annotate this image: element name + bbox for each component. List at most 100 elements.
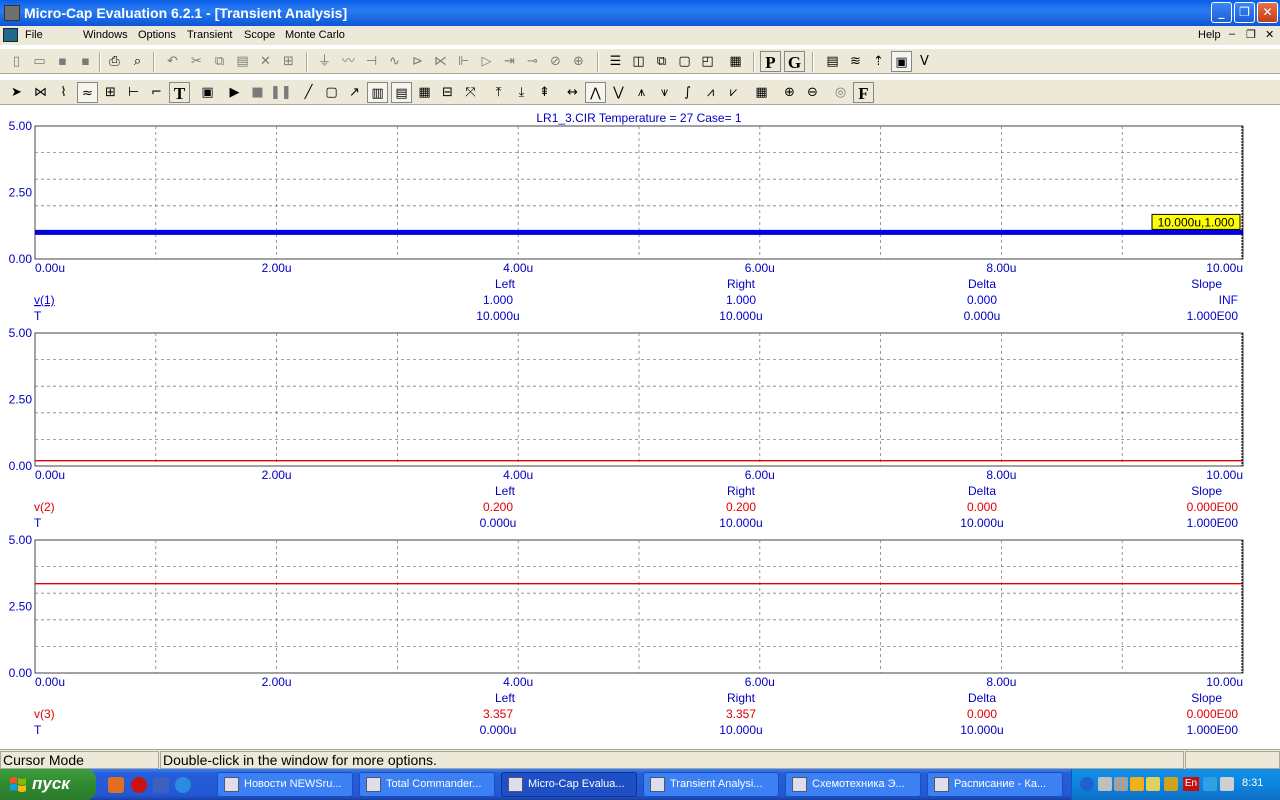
network-icon[interactable] — [1098, 777, 1112, 791]
taskbar-item[interactable]: Transient Analysi... — [643, 772, 779, 797]
save-icon[interactable]: ▪ — [52, 51, 73, 72]
p-icon[interactable]: P — [760, 51, 781, 72]
opamp-icon[interactable]: ▷ — [476, 51, 497, 72]
undo-icon[interactable]: ↶ — [162, 51, 183, 72]
tile-horizontal-icon[interactable]: ☰ — [605, 51, 626, 72]
valley-icon[interactable]: ⤓ — [511, 82, 532, 103]
menu-file[interactable]: File — [25, 29, 43, 41]
run-icon[interactable]: ▶ — [224, 82, 245, 103]
minimize-button[interactable]: _ — [1211, 2, 1232, 23]
netlist-icon[interactable]: ▤ — [822, 51, 843, 72]
cursor-mode-icon[interactable]: ↔ — [562, 82, 583, 103]
source-icon[interactable]: ⊘ — [545, 51, 566, 72]
speaker-icon[interactable] — [1114, 777, 1128, 791]
mosfet-icon[interactable]: ⊩ — [453, 51, 474, 72]
diagonal-wire-icon[interactable]: ⊞ — [100, 82, 121, 103]
mdi-close-button[interactable]: ✕ — [1265, 28, 1274, 41]
scope-icon[interactable]: ▣ — [891, 51, 912, 72]
mdi-minimize-button[interactable]: – — [1229, 28, 1235, 40]
zoom-in-icon[interactable]: ⊕ — [779, 82, 800, 103]
messenger-icon[interactable] — [1203, 777, 1217, 791]
save-shortcut-icon[interactable] — [153, 777, 169, 793]
menu-transient[interactable]: Transient — [187, 29, 232, 41]
battery-icon[interactable]: ⊕ — [568, 51, 589, 72]
select-arrow-icon[interactable]: ➤ — [6, 82, 27, 103]
save-as-icon[interactable]: ▪ — [75, 51, 96, 72]
copy-icon[interactable]: ⧉ — [209, 51, 230, 72]
inflection-icon[interactable]: ∫ — [677, 82, 698, 103]
taskbar-item[interactable]: Micro-Cap Evalua... — [501, 772, 637, 797]
variable-icon[interactable]: V — [914, 51, 935, 72]
app-icon[interactable] — [4, 5, 20, 21]
language-indicator[interactable]: En — [1183, 777, 1199, 791]
resistor-icon[interactable]: 〰 — [338, 51, 359, 72]
window-icon[interactable]: ▢ — [674, 51, 695, 72]
slope-icon[interactable]: ⩘ — [700, 82, 721, 103]
menu-windows[interactable]: Windows — [83, 29, 128, 41]
ground-icon[interactable]: ⏚ — [314, 51, 335, 72]
calculator-icon[interactable]: ▦ — [725, 51, 746, 72]
bus-icon[interactable]: ⊢ — [123, 82, 144, 103]
antivirus-icon[interactable] — [1164, 777, 1178, 791]
stepping-icon[interactable]: ◎ — [830, 82, 851, 103]
close-button[interactable]: ✕ — [1257, 2, 1278, 23]
open-icon[interactable]: ▭ — [29, 51, 50, 72]
next-valley-icon[interactable]: ⋁ — [608, 82, 629, 103]
grid-icon[interactable]: ▥ — [367, 82, 388, 103]
document-icon[interactable] — [3, 28, 18, 42]
component-icon[interactable]: ⋈ — [30, 82, 51, 103]
mdi-restore-button[interactable]: ❐ — [1246, 28, 1256, 41]
paste-icon[interactable]: ▤ — [232, 51, 253, 72]
peak-icon[interactable]: ⤒ — [488, 82, 509, 103]
ie-icon[interactable] — [175, 777, 191, 793]
probe-icon[interactable]: ⇡ — [868, 51, 889, 72]
print-preview-icon[interactable]: ⌕ — [127, 51, 148, 72]
info-icon[interactable]: ⌐ — [146, 82, 167, 103]
tray-arrow-icon[interactable] — [1080, 777, 1094, 791]
restore-icon[interactable]: ◰ — [697, 51, 718, 72]
security-icon[interactable] — [1130, 777, 1144, 791]
buffer-icon[interactable]: ⇥ — [499, 51, 520, 72]
bjt-icon[interactable]: ⋉ — [430, 51, 451, 72]
line-icon[interactable]: ╱ — [298, 82, 319, 103]
print-icon[interactable]: ⎙ — [104, 51, 125, 72]
analysis-icon[interactable]: ≋ — [845, 51, 866, 72]
taskbar-item[interactable]: Расписание - Ка... — [927, 772, 1063, 797]
taskbar-item[interactable]: Total Commander... — [359, 772, 495, 797]
data-points-icon[interactable]: ⤧ — [460, 82, 481, 103]
pause-icon[interactable]: ❚❚ — [270, 82, 292, 103]
update-icon[interactable] — [1146, 777, 1160, 791]
firefox-icon[interactable] — [108, 777, 124, 793]
global-high-icon[interactable]: ⩚ — [631, 82, 652, 103]
zoom-out-icon[interactable]: ⊖ — [802, 82, 823, 103]
select-all-icon[interactable]: ⊞ — [278, 51, 299, 72]
stop-icon[interactable]: ■ — [247, 82, 268, 103]
arrow-line-icon[interactable]: ↗ — [344, 82, 365, 103]
opera-icon[interactable] — [131, 777, 147, 793]
menu-options[interactable]: Options — [138, 29, 176, 41]
menu-scope[interactable]: Scope — [244, 29, 275, 41]
delete-icon[interactable]: ✕ — [255, 51, 276, 72]
menu-help[interactable]: Help — [1198, 29, 1221, 41]
plot-area[interactable]: LR1_3.CIR Temperature = 27 Case= 1 5.00 2.… — [0, 106, 1280, 749]
minor-grid-icon[interactable]: ▤ — [391, 82, 412, 103]
table-icon[interactable]: ▦ — [751, 82, 772, 103]
g-icon[interactable]: G — [784, 51, 805, 72]
wire-icon[interactable]: ⌇ — [53, 82, 74, 103]
plot-svg[interactable]: LR1_3.CIR Temperature = 27 Case= 1 5.00 2.… — [0, 106, 1280, 749]
switch-icon[interactable]: ⊸ — [522, 51, 543, 72]
restore-button[interactable]: ❐ — [1234, 2, 1255, 23]
taskbar-item[interactable]: Новости NEWSru... — [217, 772, 353, 797]
cut-icon[interactable]: ✂ — [186, 51, 207, 72]
menu-monte-carlo[interactable]: Monte Carlo — [285, 29, 345, 41]
capacitor-icon[interactable]: ⊣ — [361, 51, 382, 72]
diode-icon[interactable]: ⊳ — [407, 51, 428, 72]
next-peak-icon[interactable]: ⋀ — [585, 82, 606, 103]
inductor-icon[interactable]: ∿ — [384, 51, 405, 72]
bottom-icon[interactable]: ⩗ — [723, 82, 744, 103]
tile-vertical-icon[interactable]: ◫ — [628, 51, 649, 72]
cascade-icon[interactable]: ⧉ — [651, 51, 672, 72]
high-icon[interactable]: ⇞ — [534, 82, 555, 103]
display-icon[interactable] — [1220, 777, 1234, 791]
global-low-icon[interactable]: ⩛ — [654, 82, 675, 103]
